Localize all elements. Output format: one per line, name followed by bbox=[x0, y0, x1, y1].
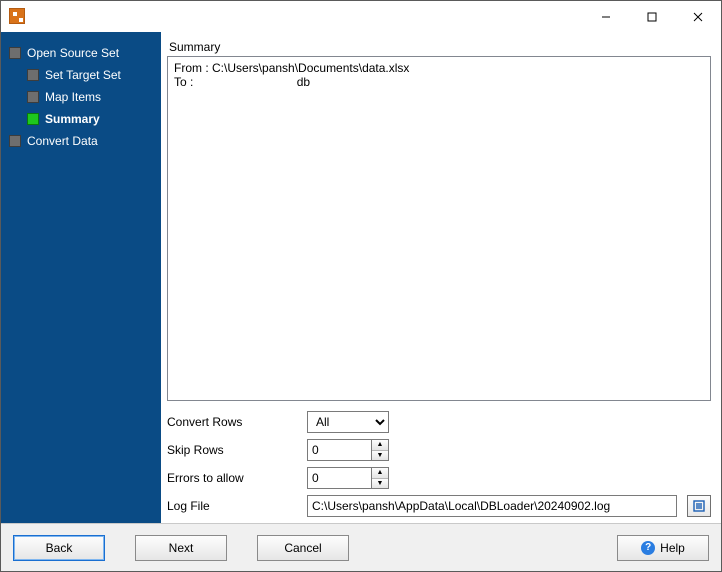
step-bullet-icon bbox=[9, 135, 21, 147]
step-bullet-icon bbox=[27, 91, 39, 103]
skip-rows-input[interactable] bbox=[307, 439, 371, 461]
application-window: Open Source Set Set Target Set bbox=[0, 0, 722, 572]
convert-rows-select[interactable]: All bbox=[307, 411, 389, 433]
logfile-input[interactable] bbox=[307, 495, 677, 517]
maximize-icon bbox=[647, 12, 657, 22]
browse-icon bbox=[692, 499, 706, 513]
spin-down-icon[interactable]: ▼ bbox=[372, 451, 388, 461]
app-icon bbox=[9, 8, 25, 24]
body: Open Source Set Set Target Set bbox=[1, 32, 721, 523]
wizard-footer: Back Next Cancel ? Help bbox=[1, 523, 721, 571]
options-form: Convert Rows All Skip Rows ▲ ▼ bbox=[167, 411, 711, 517]
errors-input[interactable] bbox=[307, 467, 371, 489]
minimize-button[interactable] bbox=[583, 1, 629, 32]
logfile-label: Log File bbox=[167, 499, 297, 513]
step-bullet-icon bbox=[27, 69, 39, 81]
titlebar bbox=[1, 1, 721, 32]
button-label: Help bbox=[660, 541, 685, 555]
button-label: Cancel bbox=[284, 541, 321, 555]
sidebar-item-set-target-set[interactable]: Set Target Set bbox=[27, 64, 157, 86]
spin-down-icon[interactable]: ▼ bbox=[372, 479, 388, 489]
help-icon: ? bbox=[641, 541, 655, 555]
sidebar-item-label: Map Items bbox=[45, 90, 101, 104]
logfile-browse-button[interactable] bbox=[687, 495, 711, 517]
step-bullet-icon bbox=[9, 47, 21, 59]
next-button[interactable]: Next bbox=[135, 535, 227, 561]
convert-rows-label: Convert Rows bbox=[167, 415, 297, 429]
skip-rows-spinner[interactable]: ▲ ▼ bbox=[307, 439, 389, 461]
cancel-button[interactable]: Cancel bbox=[257, 535, 349, 561]
close-button[interactable] bbox=[675, 1, 721, 32]
window-controls bbox=[583, 1, 721, 31]
back-button[interactable]: Back bbox=[13, 535, 105, 561]
summary-line-to: To : db bbox=[174, 75, 704, 89]
errors-spinner[interactable]: ▲ ▼ bbox=[307, 467, 389, 489]
button-label: Next bbox=[169, 541, 194, 555]
button-label: Back bbox=[46, 541, 73, 555]
sidebar-item-label: Summary bbox=[45, 112, 100, 126]
close-icon bbox=[693, 12, 703, 22]
sidebar-item-label: Set Target Set bbox=[45, 68, 121, 82]
sidebar-item-label: Convert Data bbox=[27, 134, 98, 148]
summary-textarea[interactable]: From : C:\Users\pansh\Documents\data.xls… bbox=[167, 56, 711, 401]
maximize-button[interactable] bbox=[629, 1, 675, 32]
sidebar-item-convert-data[interactable]: Convert Data bbox=[9, 130, 157, 152]
wizard-sidebar: Open Source Set Set Target Set bbox=[1, 32, 161, 523]
main-panel: Summary From : C:\Users\pansh\Documents\… bbox=[161, 32, 721, 523]
sidebar-item-map-items[interactable]: Map Items bbox=[27, 86, 157, 108]
sidebar-item-label: Open Source Set bbox=[27, 46, 119, 60]
skip-rows-label: Skip Rows bbox=[167, 443, 297, 457]
errors-label: Errors to allow bbox=[167, 471, 297, 485]
summary-line-from: From : C:\Users\pansh\Documents\data.xls… bbox=[174, 61, 704, 75]
sidebar-item-open-source-set[interactable]: Open Source Set bbox=[9, 42, 157, 64]
step-bullet-icon-active bbox=[27, 113, 39, 125]
minimize-icon bbox=[601, 12, 611, 22]
spin-up-icon[interactable]: ▲ bbox=[372, 440, 388, 451]
sidebar-item-summary[interactable]: Summary bbox=[27, 108, 157, 130]
help-button[interactable]: ? Help bbox=[617, 535, 709, 561]
section-title: Summary bbox=[169, 40, 709, 54]
spin-up-icon[interactable]: ▲ bbox=[372, 468, 388, 479]
